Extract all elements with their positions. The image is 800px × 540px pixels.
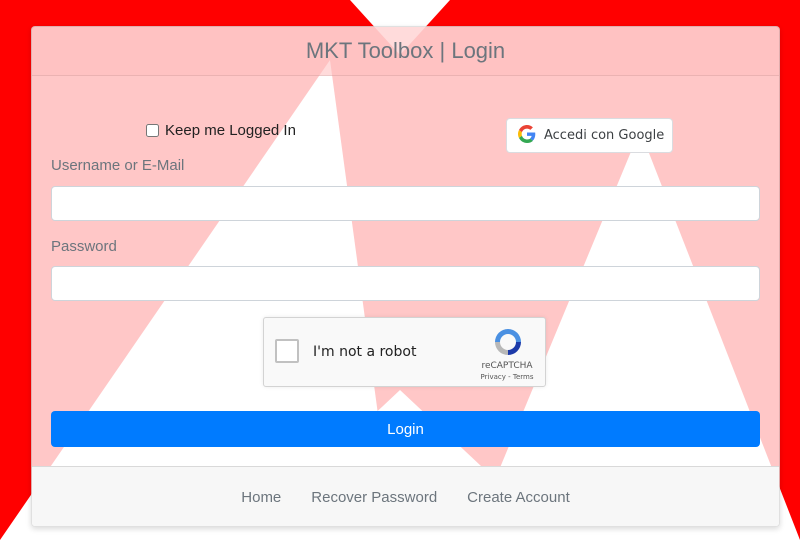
home-link[interactable]: Home <box>241 489 281 506</box>
create-account-link[interactable]: Create Account <box>467 489 570 506</box>
page-title: MKT Toolbox | Login <box>32 27 779 76</box>
google-button-label: Accedi con Google <box>544 128 665 143</box>
keep-logged-in[interactable]: Keep me Logged In <box>146 120 296 140</box>
recaptcha-terms-link[interactable]: Privacy - Terms <box>472 373 542 381</box>
login-form: Keep me Logged In Accedi con Google User… <box>32 76 779 465</box>
username-label: Username or E-Mail <box>51 157 185 174</box>
footer-nav: Home Recover Password Create Account <box>32 466 779 526</box>
login-card: MKT Toolbox | Login Keep me Logged In Ac… <box>31 26 780 527</box>
recaptcha-widget: I'm not a robot reCAPTCHA Privacy - Term… <box>263 317 546 387</box>
username-input[interactable] <box>51 186 760 221</box>
password-input[interactable] <box>51 266 760 301</box>
google-icon <box>518 124 536 147</box>
google-login-button[interactable]: Accedi con Google <box>506 118 673 153</box>
keep-logged-in-label: Keep me Logged In <box>165 121 296 139</box>
login-button[interactable]: Login <box>51 411 760 447</box>
recaptcha-checkbox[interactable] <box>275 339 299 363</box>
recaptcha-logo-icon <box>495 329 521 355</box>
recaptcha-label: I'm not a robot <box>313 344 417 360</box>
password-label: Password <box>51 238 117 255</box>
recaptcha-brand: reCAPTCHA <box>481 361 533 371</box>
recover-password-link[interactable]: Recover Password <box>311 489 437 506</box>
keep-logged-in-checkbox[interactable] <box>146 123 159 137</box>
